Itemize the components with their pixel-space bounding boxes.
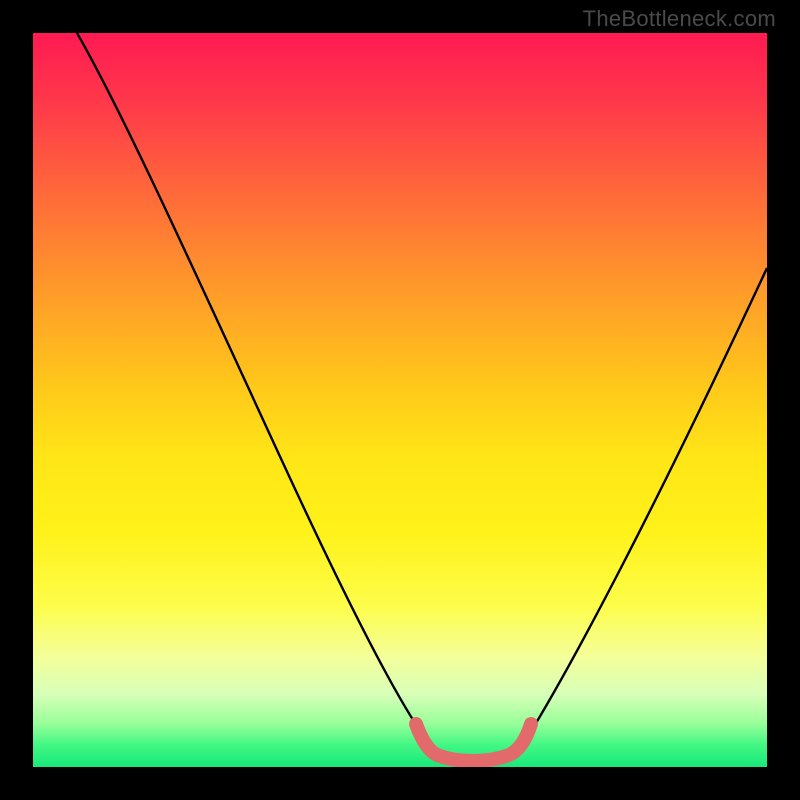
chart-frame: TheBottleneck.com <box>0 0 800 800</box>
plot-area <box>33 33 767 767</box>
watermark-text: TheBottleneck.com <box>583 6 776 32</box>
chart-svg <box>33 33 767 767</box>
bottleneck-curve <box>77 33 767 759</box>
minimum-marker <box>416 724 531 761</box>
